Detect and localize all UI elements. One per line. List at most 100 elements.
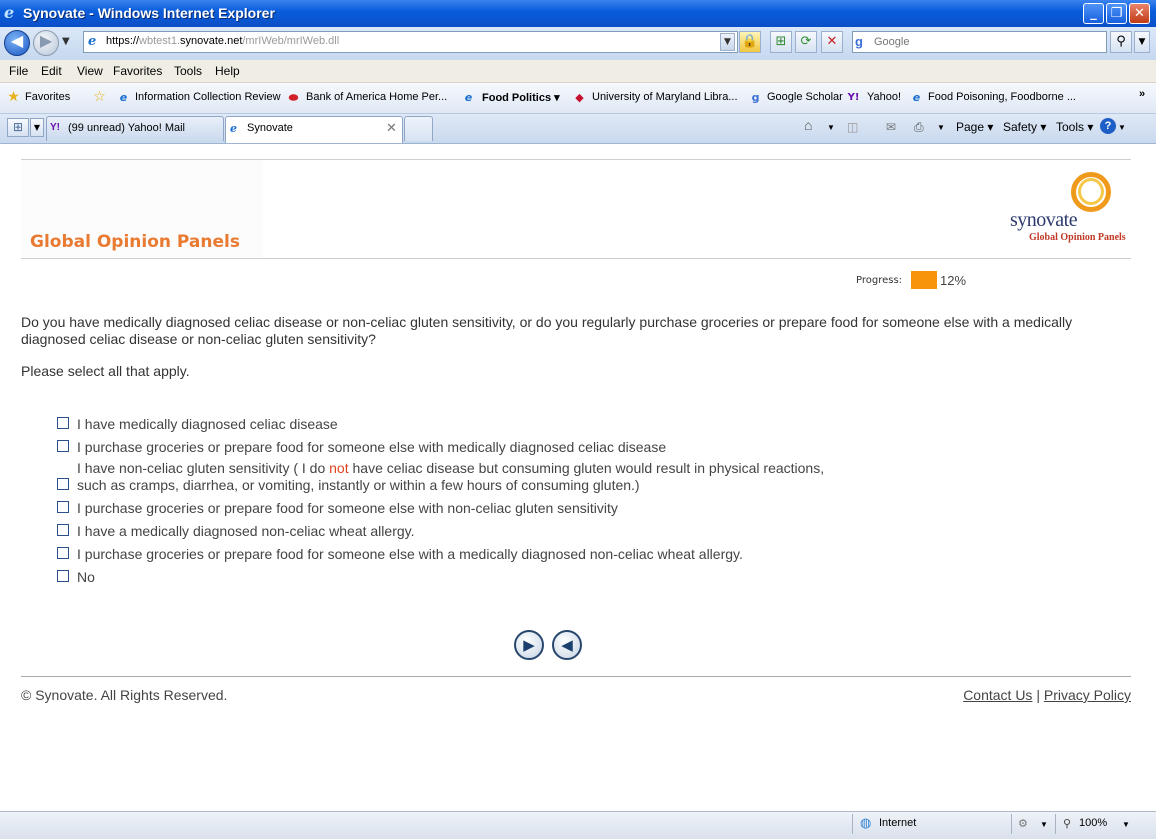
- tools-menu-label: Tools: [1056, 120, 1085, 134]
- status-separator: [1055, 814, 1056, 834]
- status-separator: [852, 814, 853, 834]
- option-label-no[interactable]: No: [77, 569, 95, 586]
- synovate-logo-inner-ring: [1078, 178, 1104, 205]
- stop-icon[interactable]: ✕: [821, 31, 843, 53]
- option-checkbox-wheat-allergy[interactable]: [57, 524, 69, 536]
- menu-edit[interactable]: Edit: [41, 64, 62, 78]
- ie-page-icon: e: [119, 91, 128, 104]
- feeds-icon[interactable]: ◫: [847, 120, 858, 134]
- next-button[interactable]: ▶: [514, 630, 544, 660]
- option-checkbox-celiac[interactable]: [57, 417, 69, 429]
- option-label-buyer-celiac[interactable]: I purchase groceries or prepare food for…: [77, 439, 666, 456]
- tab-list-icon[interactable]: ▼: [30, 118, 44, 137]
- internet-zone-icon: ◍: [860, 815, 872, 830]
- favorite-link-food-politics[interactable]: Food Politics ▾: [482, 91, 560, 104]
- option-checkbox-no[interactable]: [57, 570, 69, 582]
- progress-label: Progress:: [856, 275, 903, 286]
- forward-button[interactable]: ▶: [33, 30, 59, 56]
- option-checkbox-buyer-gluten-sensitivity[interactable]: [57, 501, 69, 513]
- favorites-button[interactable]: Favorites: [25, 91, 70, 103]
- option-text-part: such as cramps, diarrhea, or vomiting, i…: [77, 477, 640, 493]
- bank-of-america-icon: ⬬: [288, 91, 299, 104]
- url-prefix: https://: [106, 35, 140, 47]
- url-path: /mrIWeb/mrIWeb.dll: [242, 35, 340, 47]
- security-zone-label: Internet: [879, 817, 917, 829]
- tools-menu[interactable]: Tools ▾: [1056, 120, 1093, 134]
- back-button[interactable]: ◀: [4, 30, 30, 56]
- compatibility-view-icon[interactable]: ⊞: [770, 31, 792, 53]
- help-icon[interactable]: ?: [1100, 118, 1116, 134]
- favorites-more-icon[interactable]: »: [1139, 88, 1145, 100]
- option-label-wheat-allergy[interactable]: I have a medically diagnosed non-celiac …: [77, 523, 415, 540]
- option-checkbox-gluten-sensitivity[interactable]: [57, 478, 69, 490]
- ie-page-icon: e: [912, 91, 921, 104]
- protected-mode-dropdown-icon[interactable]: ▼: [1040, 820, 1048, 829]
- help-dropdown-icon[interactable]: ▼: [1118, 123, 1126, 132]
- favorite-link-information-collection[interactable]: Information Collection Review: [135, 91, 281, 103]
- recent-pages-dropdown-icon[interactable]: ▼: [62, 36, 70, 47]
- lock-icon[interactable]: 🔒: [739, 31, 761, 53]
- survey-instruction: Please select all that apply.: [21, 363, 190, 379]
- search-options-icon[interactable]: ▼: [1134, 31, 1150, 53]
- option-label-celiac[interactable]: I have medically diagnosed celiac diseas…: [77, 416, 338, 433]
- tab-yahoo-mail-label: (99 unread) Yahoo! Mail: [68, 122, 185, 134]
- print-icon[interactable]: ⎙: [914, 120, 924, 135]
- option-label-buyer-gluten-sensitivity[interactable]: I purchase groceries or prepare food for…: [77, 500, 618, 517]
- yahoo-icon: Y!: [50, 122, 60, 133]
- brand-name: synovate: [1010, 209, 1078, 231]
- menu-view[interactable]: View: [77, 64, 103, 78]
- home-icon[interactable]: ⌂: [804, 117, 812, 133]
- address-url[interactable]: https://wbtest1.synovate.net/mrIWeb/mrIW…: [106, 35, 339, 47]
- option-checkbox-buyer-celiac[interactable]: [57, 440, 69, 452]
- umd-icon: ◆: [575, 91, 584, 104]
- copyright-text: © Synovate. All Rights Reserved.: [21, 687, 228, 703]
- read-mail-icon[interactable]: ✉: [886, 120, 896, 134]
- safety-menu-label: Safety: [1003, 120, 1038, 134]
- option-checkbox-buyer-wheat-allergy[interactable]: [57, 547, 69, 559]
- favorite-link-yahoo[interactable]: Yahoo!: [867, 91, 901, 103]
- option-label-buyer-wheat-allergy[interactable]: I purchase groceries or prepare food for…: [77, 546, 743, 563]
- tab-close-icon[interactable]: ✕: [386, 120, 397, 136]
- option-text-part: have celiac disease but consuming gluten…: [348, 460, 825, 476]
- home-dropdown-icon[interactable]: ▼: [827, 123, 835, 132]
- menu-favorites[interactable]: Favorites: [113, 64, 162, 78]
- food-politics-label: Food Politics: [482, 92, 552, 104]
- add-favorite-icon[interactable]: ☆: [92, 90, 107, 105]
- search-icon[interactable]: ⚲: [1110, 31, 1132, 53]
- zoom-level[interactable]: 100%: [1079, 817, 1107, 829]
- page-menu[interactable]: Page ▾: [956, 120, 993, 134]
- safety-menu[interactable]: Safety ▾: [1003, 120, 1046, 134]
- favorite-link-food-poisoning[interactable]: Food Poisoning, Foodborne ...: [928, 91, 1076, 103]
- search-input[interactable]: [872, 33, 1106, 51]
- protected-mode-icon[interactable]: ⚙: [1018, 817, 1028, 830]
- zoom-dropdown-icon[interactable]: ▼: [1122, 820, 1130, 829]
- favorite-link-bank-of-america[interactable]: Bank of America Home Per...: [306, 91, 447, 103]
- quick-tabs-icon[interactable]: ⊞: [7, 118, 29, 137]
- zoom-icon[interactable]: ⚲: [1063, 817, 1071, 830]
- maximize-button[interactable]: ❐: [1106, 3, 1127, 24]
- refresh-icon[interactable]: ⟳: [795, 31, 817, 53]
- progress-percent: 12%: [940, 273, 967, 288]
- header-bottom-rule: [21, 258, 1131, 259]
- minimize-button[interactable]: _: [1083, 3, 1104, 24]
- site-title: Global Opinion Panels: [30, 232, 240, 252]
- url-host-start: wbtest1.: [139, 35, 180, 47]
- new-tab-button[interactable]: [404, 116, 433, 141]
- option-label-gluten-sensitivity[interactable]: I have non-celiac gluten sensitivity ( I…: [77, 460, 824, 494]
- footer-separator: |: [1036, 687, 1040, 703]
- print-dropdown-icon[interactable]: ▼: [937, 123, 945, 132]
- contact-us-link[interactable]: Contact Us: [963, 687, 1032, 703]
- privacy-policy-link[interactable]: Privacy Policy: [1044, 687, 1131, 703]
- google-icon: g: [855, 34, 863, 49]
- menu-help[interactable]: Help: [215, 64, 240, 78]
- menu-file[interactable]: File: [9, 64, 28, 78]
- address-dropdown-icon[interactable]: ▼: [720, 33, 735, 51]
- close-button[interactable]: ✕: [1129, 3, 1150, 24]
- page-menu-label: Page: [956, 120, 985, 134]
- window-title: Synovate - Windows Internet Explorer: [23, 5, 275, 21]
- menu-tools[interactable]: Tools: [174, 64, 202, 78]
- previous-button[interactable]: ◀: [552, 630, 582, 660]
- favorite-link-umd-libraries[interactable]: University of Maryland Libra...: [592, 91, 738, 103]
- progress-fill: [911, 271, 937, 289]
- favorite-link-google-scholar[interactable]: Google Scholar: [767, 91, 843, 103]
